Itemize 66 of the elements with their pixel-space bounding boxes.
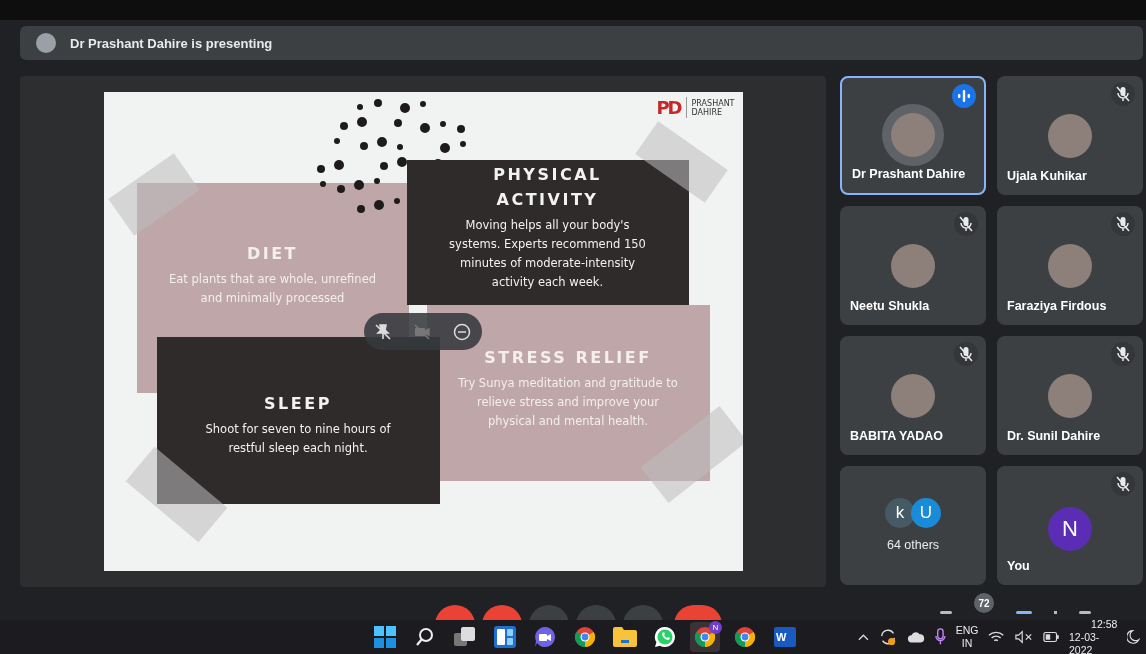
participant-name: Faraziya Firdous (1007, 299, 1107, 313)
participant-name: Neetu Shukla (850, 299, 930, 313)
language-indicator[interactable]: ENG IN (955, 624, 979, 650)
wifi-icon[interactable] (988, 630, 1005, 644)
logo-name: PRASHANT DAHIRE (691, 98, 735, 117)
participant-tile[interactable]: N You (997, 466, 1143, 585)
browser-icon (734, 626, 756, 648)
card-title: PHYSICAL ACTIVITY (492, 164, 603, 211)
presenting-label: Dr Prashant Dahire is presenting (70, 35, 273, 51)
widgets-icon (494, 626, 516, 648)
avatar-photo (891, 113, 935, 157)
control-edge-icon[interactable] (1016, 611, 1032, 614)
control-edge-icon[interactable] (940, 611, 952, 614)
card-title: SLEEP (263, 393, 333, 415)
avatar-photo (891, 374, 935, 418)
participant-tile[interactable]: Dr Prashant Dahire (840, 76, 986, 195)
avatar-photo (1048, 374, 1092, 418)
participant-count-badge: 72 (974, 593, 994, 613)
card-title: DIET (245, 243, 300, 265)
windows-icon (374, 626, 396, 648)
logo-mark: PD (656, 97, 687, 118)
avatar-photo (1048, 114, 1092, 158)
participant-tile[interactable]: Dr. Sunil Dahire (997, 336, 1143, 455)
control-edge-icon[interactable] (1079, 611, 1091, 614)
participant-name: BABITA YADAO (850, 429, 944, 443)
participant-tile[interactable]: Faraziya Firdous (997, 206, 1143, 325)
participant-tile[interactable]: k U 64 others (840, 466, 986, 585)
microphone-icon[interactable] (934, 627, 946, 647)
browser-icon (574, 626, 596, 648)
avatar-initial: N (1048, 507, 1092, 551)
card-text: Try Sunya meditation and gratitude to relieve stress and improve your physical and mental health. (457, 375, 679, 430)
clock[interactable]: 12:58 12-03-2022 (1068, 617, 1118, 654)
others-count: 64 others (886, 538, 940, 552)
task-view-icon (454, 627, 476, 647)
participant-name: You (1007, 559, 1030, 573)
remove-icon[interactable] (452, 322, 471, 341)
cloud-icon[interactable] (906, 630, 925, 644)
sync-icon[interactable] (878, 627, 897, 647)
avatar-photo (891, 244, 935, 288)
browser-icon (694, 626, 716, 648)
avatar-initial: k (885, 498, 915, 528)
avatar-icon (36, 33, 56, 53)
participant-tile[interactable]: BABITA YADAO (840, 336, 986, 455)
pin-off-icon[interactable] (374, 322, 393, 341)
speaker-muted-icon[interactable] (1014, 630, 1033, 644)
avatar-initial: U (911, 498, 941, 528)
video-chat-icon (534, 626, 556, 648)
profile-badge: N (709, 621, 722, 634)
card-text: Moving helps all your body's systems. Experts recommend 150 minutes of moderate-intensity activity each week. (448, 217, 647, 291)
folder-icon (613, 627, 637, 647)
participant-tile[interactable]: Neetu Shukla (840, 206, 986, 325)
moon-icon[interactable] (1127, 629, 1140, 645)
avatar-photo (1048, 244, 1092, 288)
taskbar-app[interactable]: N (690, 622, 720, 652)
card-title: STRESS RELIEF (483, 347, 653, 369)
chevron-up-icon[interactable] (858, 633, 869, 641)
battery-icon[interactable] (1042, 631, 1059, 643)
participant-name: Ujala Kuhikar (1007, 169, 1087, 183)
participant-tile[interactable]: Ujala Kuhikar (997, 76, 1143, 195)
search-icon (415, 627, 435, 647)
chat-bubble-icon (654, 626, 676, 648)
camera-off-icon[interactable] (413, 322, 432, 341)
card-text: Eat plants that are whole, unrefined and minimally processed (167, 271, 378, 307)
card-text: Shoot for seven to nine hours of restful sleep each night. (204, 421, 392, 457)
participant-name: Dr Prashant Dahire (852, 167, 966, 181)
participant-name: Dr. Sunil Dahire (1007, 429, 1101, 443)
